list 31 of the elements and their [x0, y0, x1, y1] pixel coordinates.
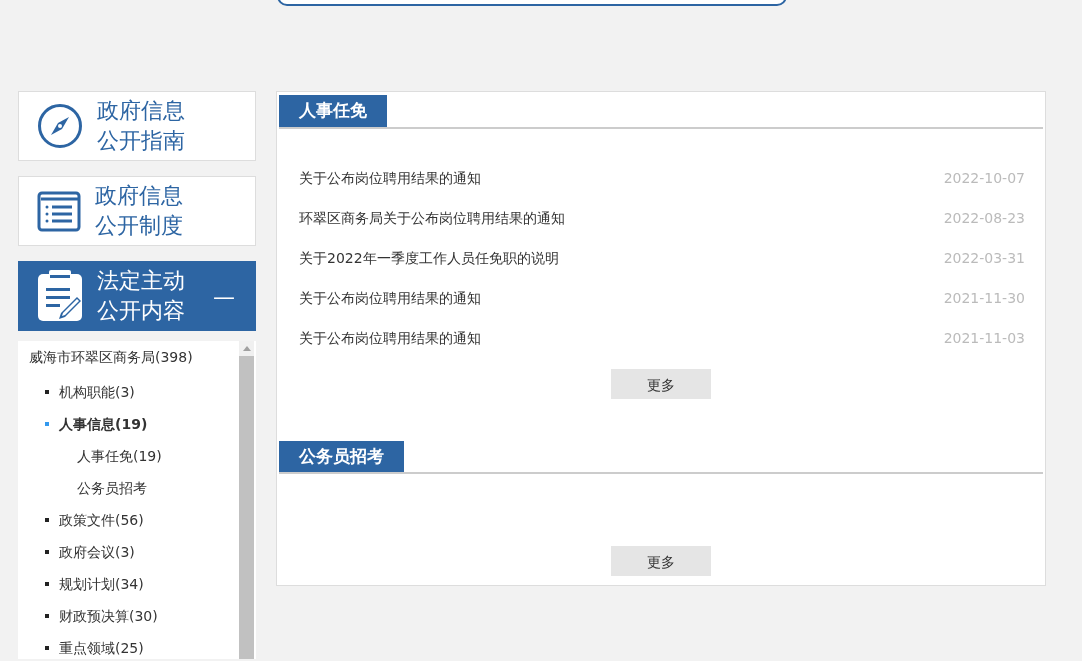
card-label: 政府信息 公开指南 — [97, 97, 185, 155]
article-date: 2021-11-30 — [943, 289, 1025, 308]
tree-item[interactable]: 重点领域(25) — [59, 640, 144, 656]
article-date: 2022-10-07 — [943, 169, 1025, 188]
tree-item[interactable]: 人事信息(19) — [59, 416, 148, 432]
section-title: 公务员招考 — [279, 440, 404, 472]
collapse-toggle[interactable]: — — [213, 279, 235, 313]
tree-root-item[interactable]: 威海市环翠区商务局(398) — [29, 347, 193, 368]
tree-item[interactable]: 政府会议(3) — [59, 544, 135, 560]
article-date: 2022-08-23 — [943, 209, 1025, 228]
more-button[interactable]: 更多 — [611, 546, 711, 576]
section-title: 人事任免 — [279, 95, 387, 127]
side-menu-card[interactable]: 政府信息 公开制度 — [18, 176, 256, 246]
tree-item[interactable]: 机构职能(3) — [59, 384, 135, 400]
article-link[interactable]: 关于公布岗位聘用结果的通知 — [299, 288, 481, 309]
tree-item[interactable]: 政策文件(56) — [59, 512, 144, 528]
side-menu-card[interactable]: 政府信息 公开指南 — [18, 91, 256, 161]
card-label: 法定主动 公开内容 — [97, 267, 185, 325]
article-date: 2021-11-03 — [943, 329, 1025, 348]
tree-item[interactable]: 财政预决算(30) — [59, 608, 158, 624]
card-label: 政府信息 公开制度 — [95, 182, 183, 240]
tree-subitem[interactable]: 公务员招考 — [77, 480, 147, 496]
article-link[interactable]: 关于公布岗位聘用结果的通知 — [299, 328, 481, 349]
article-date: 2022-03-31 — [943, 249, 1025, 268]
article-link[interactable]: 环翠区商务局关于公布岗位聘用结果的通知 — [299, 208, 565, 229]
tree-item[interactable]: 规划计划(34) — [59, 576, 144, 592]
tree-subitem[interactable]: 人事任免(19) — [77, 448, 162, 464]
article-link[interactable]: 关于公布岗位聘用结果的通知 — [299, 168, 481, 189]
more-button[interactable]: 更多 — [611, 368, 711, 399]
side-menu-card[interactable]: 法定主动 公开内容 — — [18, 261, 256, 331]
article-link[interactable]: 关于2022年一季度工作人员任免职的说明 — [299, 248, 559, 269]
